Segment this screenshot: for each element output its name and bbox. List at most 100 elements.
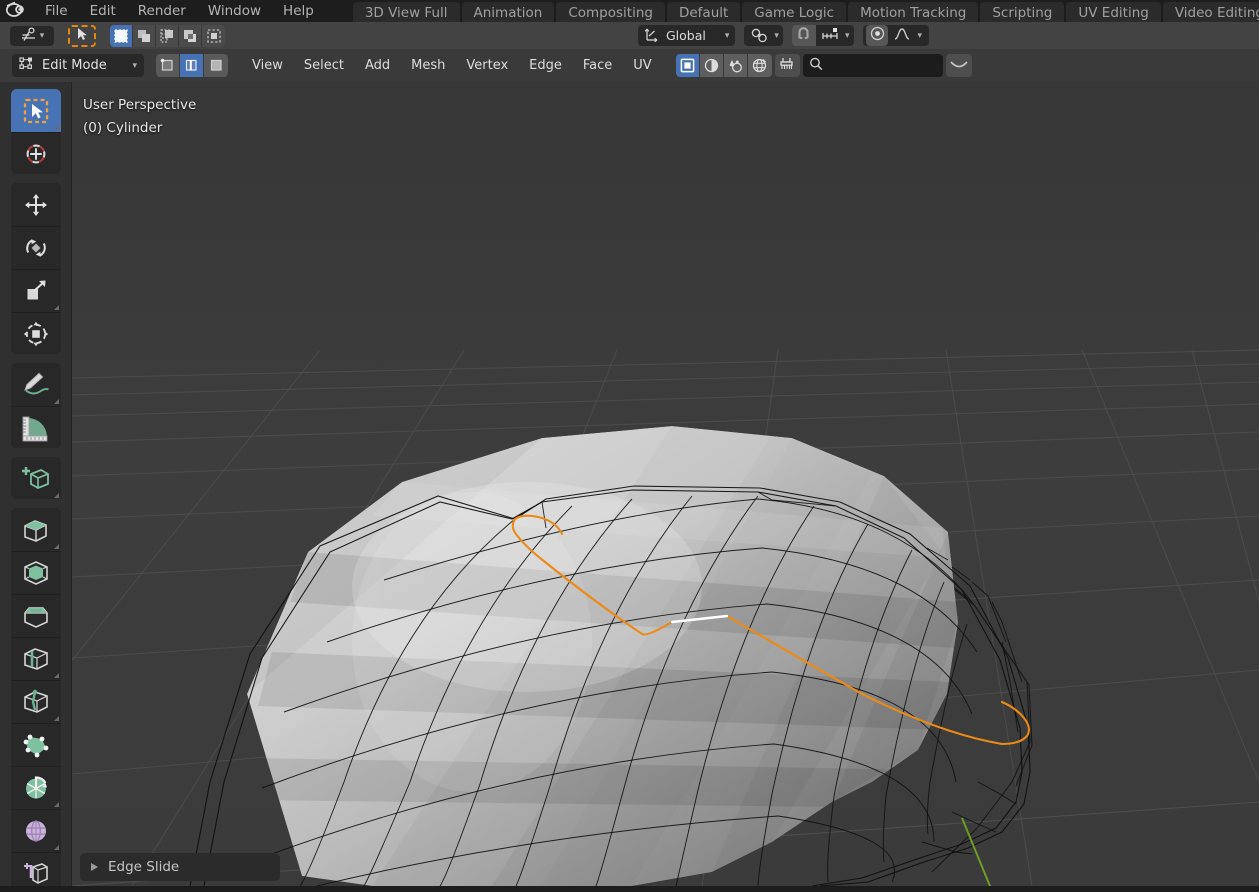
select-mode-invert[interactable] [179, 24, 202, 47]
tool-add-cube[interactable] [11, 456, 61, 500]
menu-edit[interactable]: Edit [79, 0, 127, 22]
tool-submenu-corner[interactable] [54, 492, 59, 498]
proportional-edit-toggle[interactable] [866, 25, 889, 46]
tool-extrude-region[interactable] [11, 508, 61, 552]
search-icon [809, 56, 823, 75]
view3d-menu-face[interactable]: Face [573, 55, 622, 76]
3d-viewport[interactable]: User Perspective (0) Cylinder [72, 82, 1259, 886]
overlays-button[interactable] [774, 54, 800, 77]
workspace-tab-default[interactable]: Default [666, 2, 741, 22]
chevron-down-icon[interactable]: ▾ [917, 31, 922, 41]
view3d-header: Edit Mode ▾ View Select Add Mesh Vertex … [0, 49, 1259, 82]
workspace-tab-compositing[interactable]: Compositing [556, 2, 665, 22]
tool-measure[interactable] [11, 405, 61, 448]
chevron-down-wide-icon [949, 56, 969, 75]
workspace-tab-animation[interactable]: Animation [461, 2, 555, 22]
tool-settings-bar: ▾ Global ▾ ▾ ▾ ▾ [0, 22, 1259, 49]
tool-submenu-corner[interactable] [54, 802, 59, 808]
tool-loop-cut[interactable] [11, 637, 61, 681]
tool-cursor-3d[interactable] [11, 132, 61, 175]
view3d-menu-mesh[interactable]: Mesh [401, 55, 455, 76]
tool-smooth[interactable] [11, 809, 61, 853]
workspace-tab-video-editing[interactable]: Video Editing [1162, 2, 1259, 22]
orientation-value: Global [666, 28, 706, 43]
cursor-select-box-tool[interactable] [68, 24, 96, 47]
mode-dropdown[interactable]: Edit Mode ▾ [12, 54, 144, 77]
tool-tweak-select[interactable] [11, 89, 61, 132]
view3d-menu-uv[interactable]: UV [623, 55, 661, 76]
active-tool-button[interactable]: ▾ [10, 25, 54, 46]
edit-mode-icon [19, 56, 34, 75]
pivot-point-dropdown[interactable]: ▾ [744, 25, 783, 46]
tool-poly-build[interactable] [11, 723, 61, 767]
blender-window: File Edit Render Window Help 3D View Ful… [0, 0, 1259, 892]
tool-scale[interactable] [11, 269, 61, 313]
tool-move[interactable] [11, 183, 61, 227]
proportional-falloff-dropdown[interactable] [891, 25, 913, 46]
workspace-tab-motion-tracking[interactable]: Motion Tracking [848, 2, 979, 22]
tool-submenu-corner[interactable] [54, 398, 59, 404]
workspace-tabs: 3D View Full Animation Compositing Defau… [352, 0, 1259, 22]
menu-help[interactable]: Help [272, 0, 325, 22]
select-mode-set[interactable] [110, 24, 133, 47]
face-select-button[interactable] [204, 54, 228, 77]
snap-magnet-toggle[interactable] [791, 25, 816, 46]
edge-select-button[interactable] [180, 54, 204, 77]
snap-increment-icon [821, 26, 839, 45]
search-input[interactable] [827, 58, 937, 73]
tool-submenu-corner[interactable] [54, 845, 59, 851]
tool-group-annotate [11, 362, 61, 448]
tool-spin[interactable] [11, 766, 61, 810]
transform-orientation-icon [644, 27, 659, 45]
toolbar [0, 82, 72, 892]
chevron-down-icon: ▾ [39, 30, 45, 41]
workspace-tab-scripting[interactable]: Scripting [980, 2, 1065, 22]
tool-submenu-corner[interactable] [54, 716, 59, 722]
view3d-menus: View Select Add Mesh Vertex Edge Face UV [242, 55, 662, 76]
select-mode-extend[interactable] [133, 24, 156, 47]
search-box[interactable] [802, 54, 943, 77]
select-mode-subtract[interactable] [156, 24, 179, 47]
shading-solid-button[interactable] [699, 54, 724, 77]
menu-render[interactable]: Render [127, 0, 197, 22]
tool-transform[interactable] [11, 312, 61, 354]
workspace-tab-game-logic[interactable]: Game Logic [742, 2, 847, 22]
tool-annotate[interactable] [11, 362, 61, 406]
tool-bevel[interactable] [11, 594, 61, 638]
shading-wireframe-button[interactable] [675, 54, 700, 77]
triangle-right-icon[interactable] [91, 863, 98, 871]
view3d-menu-edge[interactable]: Edge [519, 55, 572, 76]
view3d-menu-view[interactable]: View [242, 55, 293, 76]
transform-orientation-dropdown[interactable]: Global ▾ [638, 25, 736, 46]
view3d-menu-select[interactable]: Select [294, 55, 354, 76]
vertex-select-button[interactable] [156, 54, 180, 77]
tool-submenu-corner[interactable] [54, 125, 59, 130]
blender-logo-icon[interactable] [0, 0, 34, 22]
chevron-down-icon[interactable]: ▾ [845, 31, 850, 41]
snapping-group: ▾ [791, 25, 855, 46]
tool-group-add [11, 456, 61, 500]
tool-inset-faces[interactable] [11, 551, 61, 595]
shading-material-button[interactable] [723, 54, 748, 77]
proportional-edit-icon [870, 26, 885, 45]
menu-file[interactable]: File [34, 0, 79, 22]
snap-target-increment[interactable] [819, 25, 841, 46]
tool-group-select [11, 89, 61, 175]
workspace-tab-uv-editing[interactable]: UV Editing [1066, 2, 1161, 22]
operator-panel[interactable]: Edge Slide [80, 853, 280, 881]
select-mode-intersect[interactable] [202, 24, 225, 47]
tool-group-transform [11, 183, 61, 354]
tool-knife[interactable] [11, 680, 61, 724]
tool-submenu-corner[interactable] [54, 673, 59, 679]
workspace-tab-3d-view-full[interactable]: 3D View Full [352, 2, 460, 22]
tool-group-mesh-edit [11, 508, 61, 892]
shading-rendered-button[interactable] [747, 54, 772, 77]
filter-dropdown-button[interactable] [945, 54, 972, 77]
view3d-menu-vertex[interactable]: Vertex [456, 55, 518, 76]
tool-rotate[interactable] [11, 226, 61, 270]
chevron-down-icon: ▾ [132, 60, 137, 71]
tool-submenu-corner[interactable] [54, 544, 59, 550]
menu-window[interactable]: Window [197, 0, 272, 22]
view3d-menu-add[interactable]: Add [355, 55, 400, 76]
tool-submenu-corner[interactable] [54, 305, 59, 311]
